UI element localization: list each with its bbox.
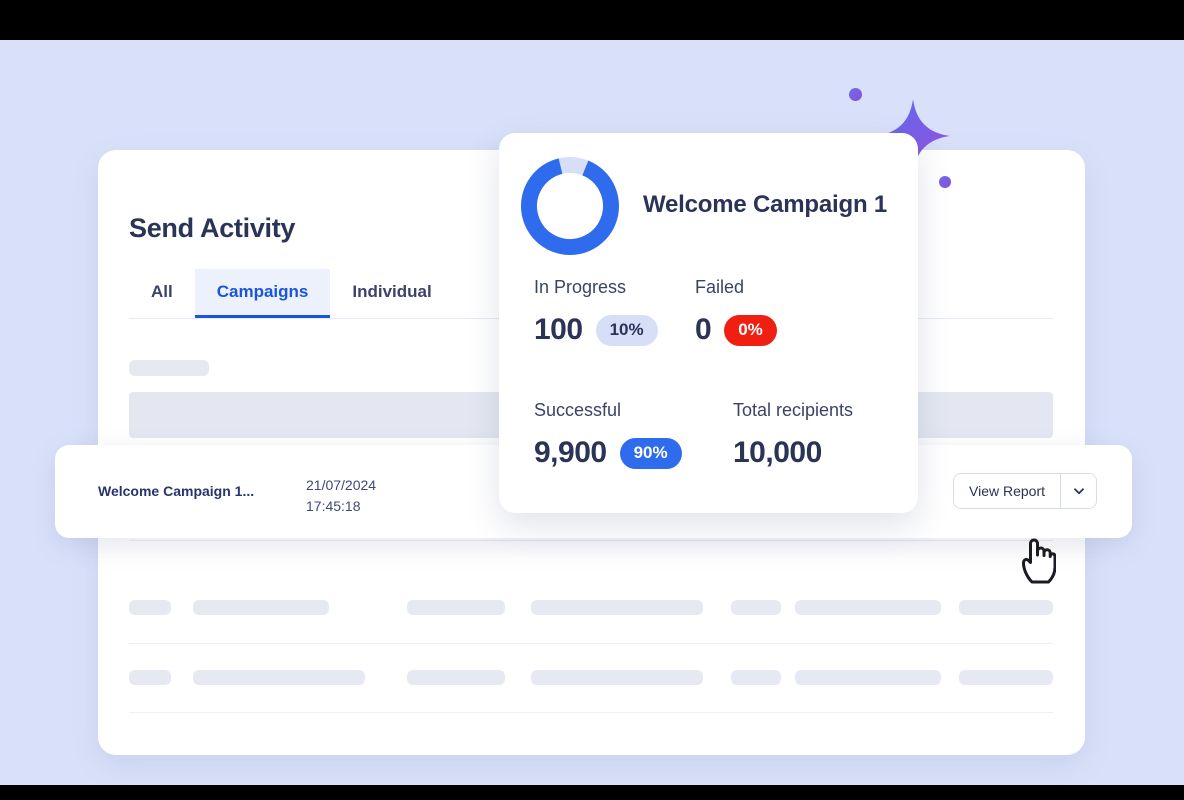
skeleton-filter-label: [129, 360, 209, 376]
page-title: Send Activity: [129, 213, 296, 243]
stat-value-row: 0 0%: [695, 313, 777, 347]
skeleton-cell: [959, 670, 1053, 685]
row-divider: [129, 712, 1053, 713]
skeleton-cell: [407, 600, 505, 615]
pointing-hand-cursor: [1020, 536, 1057, 589]
stat-value-row: 10,000: [733, 436, 853, 470]
stat-value-row: 100 10%: [534, 313, 658, 347]
skeleton-cell: [129, 670, 171, 685]
skeleton-cell: [959, 600, 1053, 615]
campaign-time: 17:45:18: [306, 498, 361, 514]
status-badge: 0%: [724, 314, 777, 346]
dot-icon: [849, 88, 862, 101]
stat-label: In Progress: [534, 277, 627, 297]
stat-value: 9,900: [534, 436, 607, 469]
tab-all[interactable]: All: [129, 269, 195, 318]
screenshot-stage: Send Activity All Campaigns Individual W…: [0, 0, 1184, 800]
campaign-timestamp: 21/07/2024 17:45:18: [306, 475, 376, 517]
stat-value: 10,000: [733, 436, 822, 469]
stat-value: 0: [695, 313, 712, 346]
stat-total-recipients: Total recipients 10,000: [733, 400, 853, 470]
stat-value-row: 9,900 90%: [534, 436, 682, 470]
stat-label: Failed: [695, 277, 745, 297]
skeleton-cell: [795, 670, 941, 685]
skeleton-cell: [193, 670, 365, 685]
status-badge: 90%: [619, 437, 682, 469]
view-report-dropdown-toggle[interactable]: [1060, 474, 1097, 508]
tab-campaigns[interactable]: Campaigns: [194, 269, 331, 318]
skeleton-cell: [531, 670, 703, 685]
stat-failed: Failed 0 0%: [695, 277, 777, 347]
campaign-name: Welcome Campaign 1...: [98, 483, 255, 499]
row-divider: [129, 540, 1053, 541]
app-canvas: Send Activity All Campaigns Individual W…: [0, 40, 1184, 785]
stat-value: 100: [534, 313, 583, 346]
campaign-stats-popup: Welcome Campaign 1 In Progress 100 10% F…: [499, 133, 918, 513]
skeleton-cell: [795, 600, 941, 615]
tab-individual[interactable]: Individual: [330, 269, 453, 318]
skeleton-cell: [731, 600, 781, 615]
campaign-date: 21/07/2024: [306, 477, 377, 493]
view-report-button-group: View Report: [953, 473, 1098, 509]
skeleton-cell: [531, 600, 703, 615]
skeleton-cell: [129, 600, 171, 615]
letterbox-bottom: [0, 785, 1184, 800]
dot-icon: [939, 176, 951, 188]
chevron-down-icon: [1073, 488, 1084, 495]
status-badge: 10%: [595, 314, 658, 346]
skeleton-cell: [407, 670, 505, 685]
stat-in-progress: In Progress 100 10%: [534, 277, 658, 347]
stat-label: Successful: [534, 400, 622, 420]
letterbox-top: [0, 0, 1184, 40]
skeleton-cell: [731, 670, 781, 685]
view-report-button[interactable]: View Report: [954, 474, 1061, 508]
stat-successful: Successful 9,900 90%: [534, 400, 682, 470]
popup-campaign-title: Welcome Campaign 1: [643, 191, 888, 218]
skeleton-cell: [193, 600, 329, 615]
row-divider: [129, 643, 1053, 644]
completion-donut-chart: [517, 153, 623, 259]
stat-label: Total recipients: [733, 400, 854, 420]
